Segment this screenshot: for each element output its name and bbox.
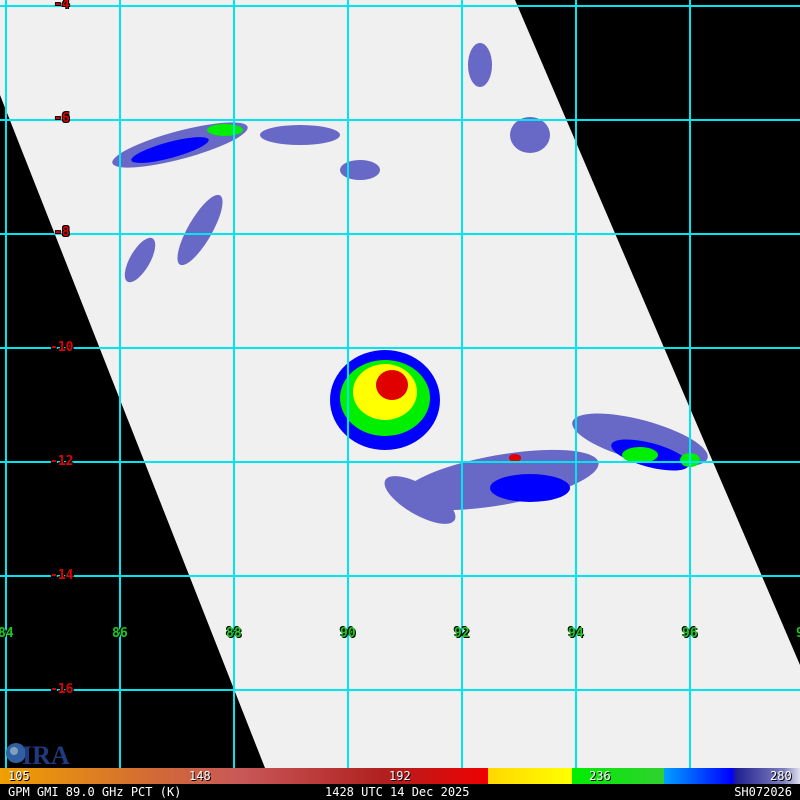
colorbar-tick: 148 — [189, 769, 211, 783]
latitude-label: -14 — [50, 568, 74, 583]
longitude-label: 84 — [0, 626, 14, 641]
cira-logo: IRA — [6, 741, 70, 766]
longitude-label: 90 — [340, 626, 356, 641]
latitude-label: -6 — [54, 111, 70, 126]
microwave-swath-map — [0, 0, 800, 768]
longitude-label: 96 — [682, 626, 698, 641]
storm-id: SH072026 — [734, 785, 792, 799]
svg-text:IRA: IRA — [22, 741, 70, 766]
longitude-label: 9 — [796, 626, 800, 641]
latitude-label: -10 — [50, 340, 74, 355]
longitude-label: 86 — [112, 626, 128, 641]
latitude-label: -12 — [50, 454, 74, 469]
colorbar-tick: 280 — [770, 769, 792, 783]
longitude-label: 88 — [226, 626, 242, 641]
colorbar-tick: 192 — [389, 769, 411, 783]
timestamp: 1428 UTC 14 Dec 2025 — [325, 785, 470, 799]
colorbar-tick: 236 — [589, 769, 611, 783]
colorbar-tick: 105 — [8, 769, 30, 783]
longitude-label: 94 — [568, 626, 584, 641]
latitude-label: -8 — [54, 225, 70, 240]
satellite-image: -4 -6 -8 -10 -12 -14 -16 84 86 88 90 92 … — [0, 0, 800, 800]
latitude-label: -16 — [50, 682, 74, 697]
latitude-label: -4 — [54, 0, 70, 12]
product-label: GPM GMI 89.0 GHz PCT (K) — [8, 785, 182, 799]
longitude-label: 92 — [454, 626, 470, 641]
footer: GPM GMI 89.0 GHz PCT (K) 1428 UTC 14 Dec… — [0, 784, 800, 800]
